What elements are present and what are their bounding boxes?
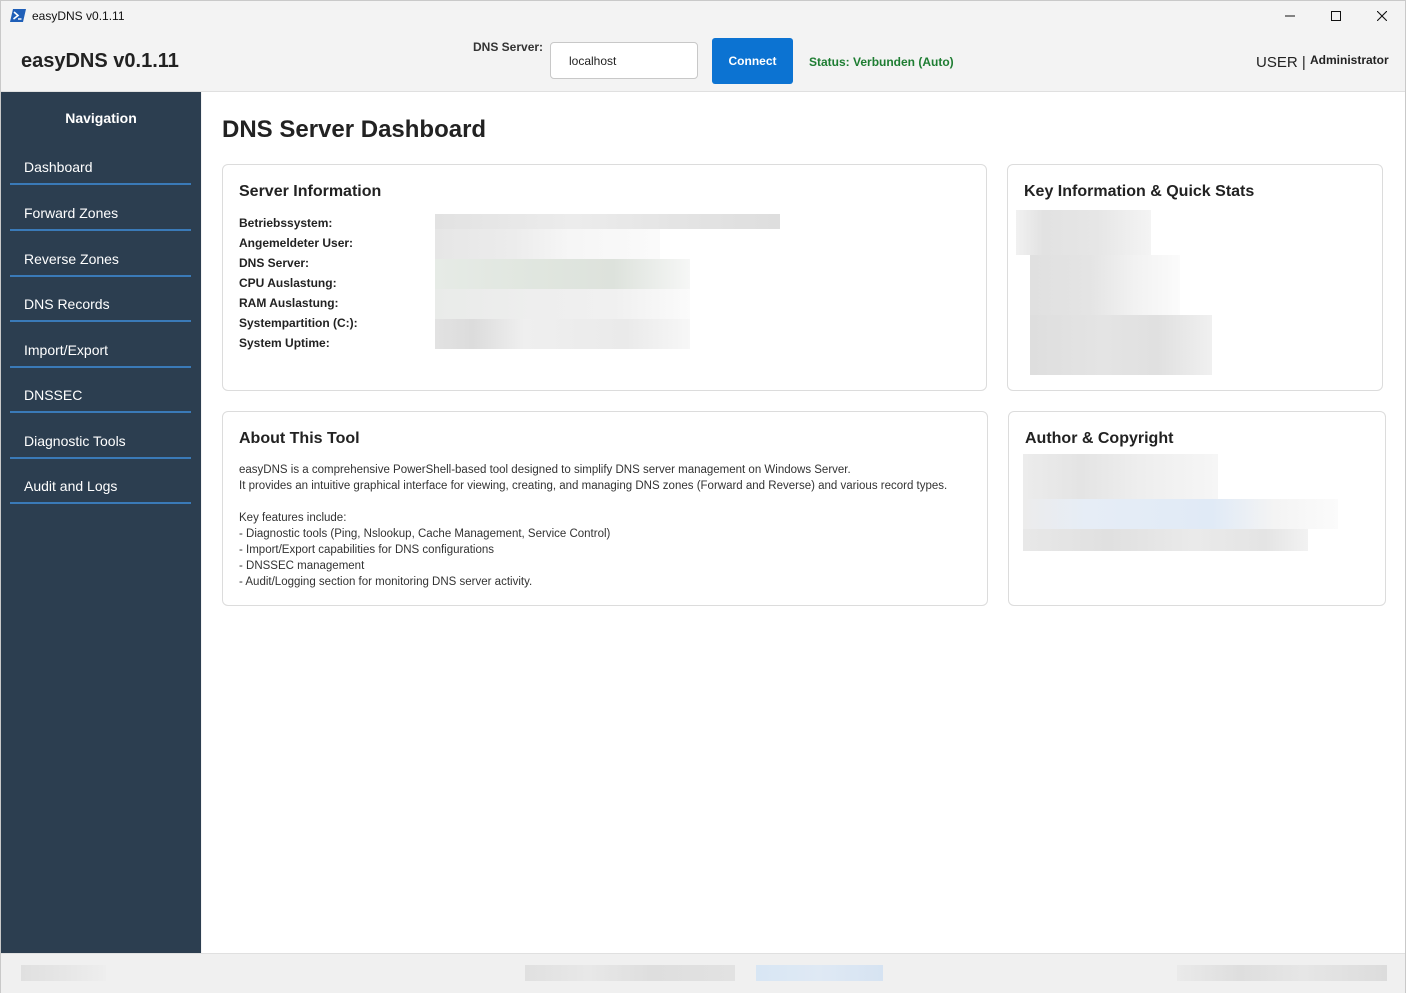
sidebar-item-dashboard[interactable]: Dashboard bbox=[10, 149, 191, 185]
app-window: easyDNS v0.1.11 easyDNS v0.1.11 DNS Serv… bbox=[0, 0, 1406, 993]
redacted-value bbox=[1023, 499, 1338, 529]
server-info-card: Server Information Betriebssystem: Angem… bbox=[222, 164, 987, 391]
powershell-icon bbox=[10, 9, 26, 22]
page-title: DNS Server Dashboard bbox=[222, 116, 487, 143]
about-title: About This Tool bbox=[239, 430, 360, 447]
sidebar-item-diagnostic-tools[interactable]: Diagnostic Tools bbox=[10, 423, 191, 459]
redacted-value bbox=[21, 965, 106, 981]
redacted-value bbox=[1030, 255, 1180, 315]
about-line bbox=[239, 494, 947, 510]
about-line: - Audit/Logging section for monitoring D… bbox=[239, 576, 533, 588]
info-label-cpu: CPU Auslastung: bbox=[239, 276, 337, 290]
redacted-value bbox=[1023, 454, 1218, 499]
about-description: easyDNS is a comprehensive PowerShell-ba… bbox=[239, 462, 947, 590]
redacted-value bbox=[1023, 529, 1308, 551]
app-brand: easyDNS v0.1.11 bbox=[21, 50, 179, 72]
info-label-partition: Systempartition (C:): bbox=[239, 316, 358, 330]
redacted-value bbox=[435, 214, 780, 229]
info-label-ram: RAM Auslastung: bbox=[239, 296, 339, 310]
user-label: USER | bbox=[1256, 54, 1306, 71]
app-header: easyDNS v0.1.11 DNS Server: Connect Stat… bbox=[1, 31, 1405, 92]
info-label-os: Betriebssystem: bbox=[239, 216, 333, 230]
dns-server-input[interactable] bbox=[550, 42, 698, 79]
about-line: - Import/Export capabilities for DNS con… bbox=[239, 544, 495, 556]
redacted-value bbox=[756, 965, 883, 981]
sidebar-item-reverse-zones[interactable]: Reverse Zones bbox=[10, 241, 191, 277]
maximize-button[interactable] bbox=[1313, 1, 1359, 31]
about-line: easyDNS is a comprehensive PowerShell-ba… bbox=[239, 464, 851, 476]
redacted-value bbox=[435, 229, 660, 259]
user-name: Administrator bbox=[1310, 53, 1389, 67]
window-title: easyDNS v0.1.11 bbox=[32, 9, 125, 23]
quick-stats-title: Key Information & Quick Stats bbox=[1024, 183, 1255, 200]
main-content: DNS Server Dashboard Server Information … bbox=[202, 92, 1405, 953]
connection-status: Status: Verbunden (Auto) bbox=[809, 55, 954, 69]
sidebar: Navigation Dashboard Forward Zones Rever… bbox=[1, 92, 201, 953]
sidebar-item-audit-logs[interactable]: Audit and Logs bbox=[10, 468, 191, 504]
sidebar-item-dnssec[interactable]: DNSSEC bbox=[10, 377, 191, 413]
about-line: It provides an intuitive graphical inter… bbox=[239, 480, 948, 492]
redacted-value bbox=[1016, 210, 1151, 255]
server-info-title: Server Information bbox=[239, 183, 382, 200]
title-bar: easyDNS v0.1.11 bbox=[1, 1, 1405, 31]
about-line: Key features include: bbox=[239, 512, 347, 524]
maximize-icon bbox=[1331, 11, 1341, 21]
info-label-user: Angemeldeter User: bbox=[239, 236, 354, 250]
close-icon bbox=[1377, 11, 1387, 21]
redacted-value bbox=[435, 319, 690, 349]
redacted-value bbox=[1177, 965, 1387, 981]
minimize-button[interactable] bbox=[1267, 1, 1313, 31]
about-card: About This Tool easyDNS is a comprehensi… bbox=[222, 411, 988, 606]
about-line: - DNSSEC management bbox=[239, 560, 365, 572]
redacted-value bbox=[435, 289, 690, 319]
sidebar-item-import-export[interactable]: Import/Export bbox=[10, 332, 191, 368]
author-card: Author & Copyright bbox=[1008, 411, 1386, 606]
redacted-value bbox=[525, 965, 735, 981]
info-label-dns-server: DNS Server: bbox=[239, 256, 310, 270]
dns-server-label: DNS Server: bbox=[473, 40, 544, 54]
sidebar-item-forward-zones[interactable]: Forward Zones bbox=[10, 195, 191, 231]
nav-title: Navigation bbox=[65, 110, 137, 126]
minimize-icon bbox=[1285, 15, 1295, 17]
sidebar-item-dns-records[interactable]: DNS Records bbox=[10, 286, 191, 322]
status-bar bbox=[1, 953, 1405, 993]
connect-button[interactable]: Connect bbox=[712, 38, 793, 84]
close-button[interactable] bbox=[1359, 1, 1405, 31]
redacted-value bbox=[435, 259, 690, 289]
quick-stats-card: Key Information & Quick Stats bbox=[1007, 164, 1383, 391]
about-line: - Diagnostic tools (Ping, Nslookup, Cach… bbox=[239, 528, 611, 540]
redacted-value bbox=[1030, 315, 1212, 375]
author-title: Author & Copyright bbox=[1025, 430, 1174, 447]
info-label-uptime: System Uptime: bbox=[239, 336, 330, 350]
